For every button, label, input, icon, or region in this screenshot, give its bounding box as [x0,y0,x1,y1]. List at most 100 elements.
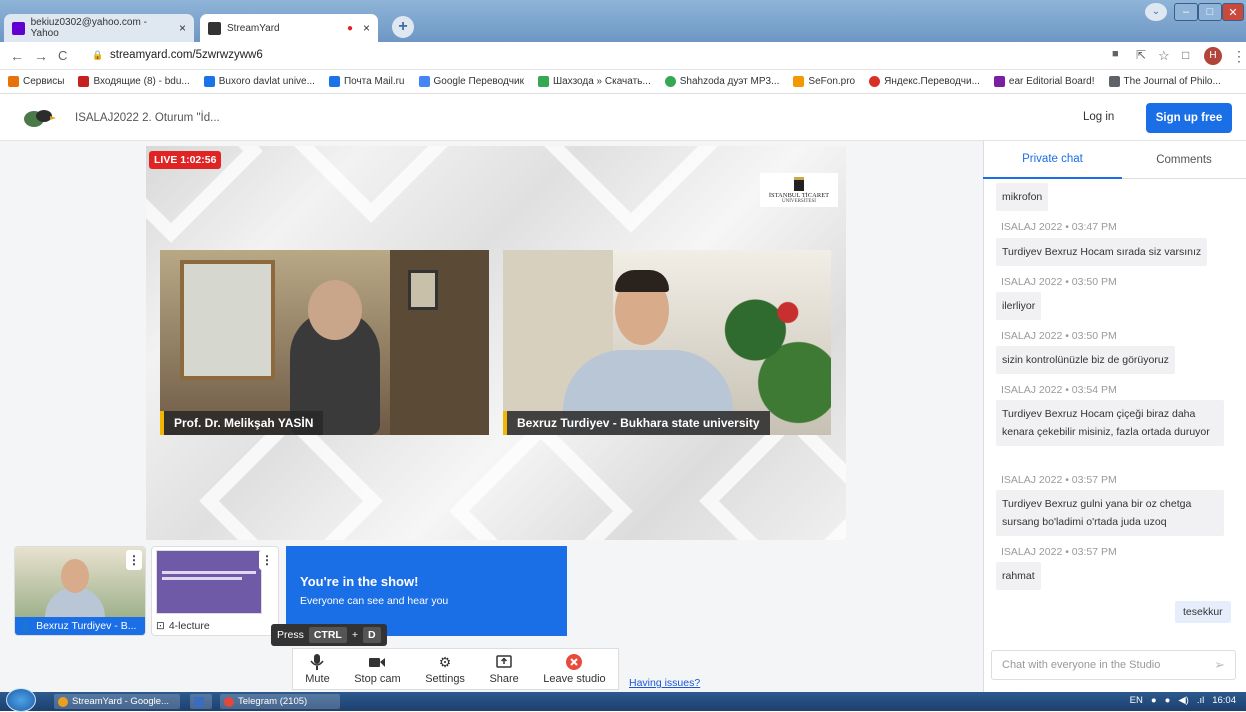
yahoo-icon [993,76,1005,87]
live-badge: LIVE 1:02:56 [149,151,222,169]
chat-message: rahmat [996,562,1041,590]
camera-icon [369,657,386,667]
clock[interactable]: 16:04 [1212,695,1236,706]
tray-icon[interactable]: ● [1165,695,1171,706]
telegram-icon [224,696,234,707]
system-tray: EN ● ● ◀) .ıl 16:04 [1130,695,1236,706]
message-header: ISALAJ 2022 • 03:47 PM [1001,221,1117,233]
signal-icon[interactable]: .ıl [1197,695,1204,706]
thumbnail-label: 👤 Bexruz Turdiyev - B... [15,617,145,635]
minimize-button[interactable]: – [1174,3,1198,21]
browser-tab-streamyard[interactable]: StreamYard ● × [200,14,378,42]
show-subtitle: Everyone can see and hear you [300,595,449,607]
back-icon[interactable]: ← [10,48,24,64]
bookmarks-bar: Сервисы Входящие (8) - bdu... Buxoro dav… [0,70,1246,94]
tab-title: bekiuz0302@yahoo.com - Yahoo [30,17,147,39]
profile-avatar[interactable]: H [1204,47,1222,65]
close-tab-icon[interactable]: × [363,21,370,35]
close-tab-icon[interactable]: × [179,21,186,35]
chat-message: mikrofon [996,183,1049,211]
chat-message: Turdiyev Bexruz Hocam çiçeği biraz daha … [996,400,1224,446]
bookmark-item[interactable]: Google Переводчик [418,76,524,87]
bookmark-item[interactable]: Шахзода » Скачать... [537,76,651,87]
close-window-button[interactable]: ✕ [1222,3,1244,21]
settings-button[interactable]: ⚙ Settings [425,654,465,685]
lock-icon: 🔒 [92,50,104,60]
chrome-icon [58,696,68,707]
streamyard-logo-icon [24,110,56,127]
browser-tab-yahoo[interactable]: bekiuz0302@yahoo.com - Yahoo × [4,14,194,42]
message-header: ISALAJ 2022 • 03:50 PM [1001,276,1117,288]
bookmark-item[interactable]: Shahzoda дуэт MP3... [664,76,779,87]
forward-icon[interactable]: → [34,48,48,64]
chevron-down-icon[interactable]: ⌄ [1145,3,1167,21]
maximize-button[interactable]: □ [1198,3,1222,21]
music-icon [537,76,549,87]
start-button[interactable] [6,688,36,712]
browser-title-bar: bekiuz0302@yahoo.com - Yahoo × StreamYar… [0,0,1246,42]
send-icon[interactable]: ➢ [1214,657,1225,673]
camera-indicator-icon[interactable]: ■ [1112,48,1119,60]
menu-icon[interactable]: ⋮ [1232,48,1246,65]
login-link[interactable]: Log in [1083,111,1114,123]
mail-icon [12,21,25,35]
leave-studio-button[interactable]: Leave studio [543,653,606,685]
taskbar-item-chrome[interactable]: StreamYard - Google... [54,694,180,709]
participant-name-tag: Bexruz Turdiyev - Bukhara state universi… [503,411,770,435]
chat-input[interactable]: Chat with everyone in the Studio ➢ [991,650,1236,680]
bookmark-item[interactable]: Сервисы [8,76,64,87]
bookmark-item[interactable]: Почта Mail.ru [328,76,405,87]
bookmark-item[interactable]: Buxoro davlat unive... [203,76,315,87]
slides-icon: ⊡ [156,620,165,632]
share-icon[interactable]: ⇱ [1136,48,1146,62]
translate-icon [418,76,430,87]
sidebar-icon[interactable]: □ [1182,48,1189,62]
new-tab-button[interactable]: + [392,16,414,38]
presentation-thumbnail[interactable]: ⋮ ⊡ 4-lecture [151,546,279,636]
address-bar: ← → C 🔒 streamyard.com/5zwrwzyww6 ■ ⇱ ☆ … [0,42,1246,70]
sign-up-button[interactable]: Sign up free [1146,103,1232,133]
bookmark-item[interactable]: Входящие (8) - bdu... [78,76,190,87]
participant-video: Prof. Dr. Melikşah YASİN [160,250,489,435]
yandex-icon [869,76,881,87]
message-header: ISALAJ 2022 • 03:50 PM [1001,330,1117,342]
bookmark-item[interactable]: SeFon.pro [793,76,855,87]
chat-tabs: Private chat Comments [983,141,1246,179]
taskbar-item-save[interactable] [190,694,212,709]
sefon-icon [793,76,805,87]
language-indicator[interactable]: EN [1130,695,1143,706]
chat-input-placeholder: Chat with everyone in the Studio [1002,659,1161,671]
gear-icon: ⚙ [438,653,452,670]
mute-button[interactable]: Mute [305,653,330,685]
chat-message: sizin kontrolünüzle biz de görüyoruz [996,346,1175,374]
streamyard-icon [208,21,221,35]
university-logo: İSTANBUL TİCARET ÜNİVERSİTESİ [760,173,838,207]
volume-icon[interactable]: ◀) [1178,695,1188,706]
tab-title: StreamYard [227,22,280,34]
share-button[interactable]: Share [489,654,519,685]
taskbar-item-telegram[interactable]: Telegram (2105) [220,694,340,709]
bookmark-item[interactable]: ear Editorial Board! [993,76,1095,87]
bookmark-item[interactable]: Яндекс.Переводчи... [869,76,980,87]
url-field[interactable]: streamyard.com/5zwrwzyww6 [110,49,263,61]
recording-dot-icon: ● [346,22,353,34]
stop-cam-button[interactable]: Stop cam [354,654,401,685]
person-icon: 👤 [19,620,33,633]
windows-taskbar: StreamYard - Google... Telegram (2105) E… [0,688,1246,712]
reload-icon[interactable]: C [58,48,67,63]
chat-message: Turdiyev Bexruz Hocam sırada siz varsını… [996,238,1208,266]
star-icon[interactable]: ☆ [1158,48,1170,64]
having-issues-link[interactable]: Having issues? [629,677,700,689]
more-options-icon[interactable]: ⋮ [126,550,142,570]
bookmark-item[interactable]: The Journal of Philo... [1108,76,1221,87]
message-header: ISALAJ 2022 • 03:54 PM [1001,384,1117,396]
tab-private-chat[interactable]: Private chat [983,141,1122,179]
tab-comments[interactable]: Comments [1122,141,1246,179]
tray-icon[interactable]: ● [1151,695,1157,706]
chat-message: ilerliyor [996,292,1042,320]
self-camera-thumbnail[interactable]: ⋮ 👤 Bexruz Turdiyev - B... [14,546,146,636]
journal-icon [1108,76,1120,87]
more-options-icon[interactable]: ⋮ [259,550,275,570]
mic-icon [310,653,325,670]
studio-title: ISALAJ2022 2. Oturum "İd... [75,112,220,124]
